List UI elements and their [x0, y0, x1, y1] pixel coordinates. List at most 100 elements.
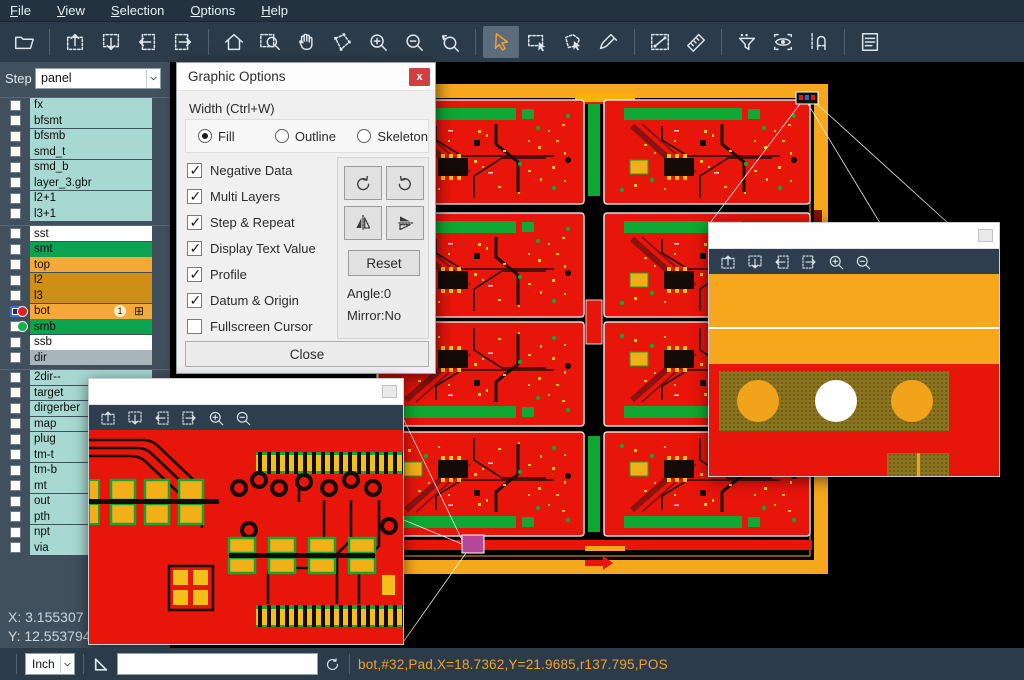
checkbox-step-repeat[interactable]: Step & Repeat	[187, 215, 295, 230]
paint-brush-button[interactable]	[591, 26, 627, 58]
layer-row-bot-active[interactable]: bot1	[0, 304, 170, 319]
reset-button[interactable]: Reset	[348, 250, 420, 276]
page-left-icon[interactable]	[773, 253, 791, 271]
page-down-icon[interactable]	[746, 253, 764, 271]
home-view-button[interactable]	[216, 26, 252, 58]
layer-visibility-checkbox[interactable]	[10, 511, 21, 522]
detail-zoom-window-left[interactable]	[88, 378, 404, 645]
page-left-button[interactable]	[129, 26, 165, 58]
layer-name[interactable]: bfsmt	[30, 113, 152, 128]
snap-magnet-button[interactable]	[801, 26, 837, 58]
zoom-in-icon[interactable]	[207, 409, 225, 427]
zoom-in-icon[interactable]	[827, 253, 845, 271]
layer-name[interactable]: bfsmb	[30, 129, 152, 144]
checkbox-multi-layers[interactable]: Multi Layers	[187, 189, 280, 204]
select-polygon-button[interactable]	[555, 26, 591, 58]
layer-visibility-checkbox[interactable]	[10, 434, 21, 445]
layer-row[interactable]: l2+1	[0, 191, 170, 206]
layer-visibility-checkbox[interactable]	[10, 372, 21, 383]
sync-refresh-icon[interactable]	[324, 656, 341, 673]
zoom-previous-button[interactable]	[432, 26, 468, 58]
select-cursor-button[interactable]	[483, 26, 519, 58]
unit-combobox[interactable]: Inch	[25, 653, 75, 675]
filter-button[interactable]	[729, 26, 765, 58]
radio-outline[interactable]: Outline	[275, 129, 358, 144]
layer-visibility-checkbox[interactable]	[10, 115, 21, 126]
layer-visibility-checkbox[interactable]	[10, 193, 21, 204]
zoom-in-button[interactable]	[360, 26, 396, 58]
layer-row[interactable]: smd_t	[0, 144, 170, 159]
layer-visibility-checkbox[interactable]	[10, 352, 21, 363]
zoom-window-content[interactable]	[709, 274, 999, 476]
layer-name[interactable]: fx	[30, 98, 152, 113]
layer-name[interactable]: smd_b	[30, 160, 152, 175]
view-options-button[interactable]	[765, 26, 801, 58]
checkbox-profile[interactable]: Profile	[187, 267, 247, 282]
layer-visibility-checkbox[interactable]	[10, 100, 21, 111]
page-down-button[interactable]	[93, 26, 129, 58]
menu-file[interactable]: File	[10, 3, 31, 18]
corner-snap-icon[interactable]	[92, 656, 109, 673]
layer-visibility-checkbox[interactable]	[10, 290, 21, 301]
layer-row[interactable]: l2	[0, 273, 170, 288]
zoom-window-button[interactable]	[252, 26, 288, 58]
layer-name[interactable]: bot1	[30, 304, 152, 319]
layer-name[interactable]: layer_3.gbr	[30, 175, 152, 190]
layer-name[interactable]: l2+1	[30, 191, 152, 206]
layer-row[interactable]: dir	[0, 350, 170, 365]
layer-visibility-checkbox[interactable]	[10, 418, 21, 429]
checkbox-datum-origin[interactable]: Datum & Origin	[187, 293, 299, 308]
page-up-button[interactable]	[57, 26, 93, 58]
open-file-button[interactable]	[6, 26, 42, 58]
layer-row[interactable]: smt	[0, 242, 170, 257]
layer-visibility-checkbox[interactable]	[10, 542, 21, 553]
layer-name[interactable]: ssb	[30, 335, 152, 350]
page-up-icon[interactable]	[99, 409, 117, 427]
layer-row[interactable]: ssb	[0, 335, 170, 350]
layer-visibility-checkbox[interactable]	[10, 449, 21, 460]
menu-options[interactable]: Options	[190, 3, 235, 18]
layer-visibility-checkbox[interactable]	[10, 244, 21, 255]
zoom-window-content[interactable]	[89, 430, 403, 644]
chevron-down-icon[interactable]	[60, 655, 74, 673]
layer-visibility-checkbox[interactable]	[10, 275, 21, 286]
layer-visibility-checkbox[interactable]	[10, 527, 21, 538]
window-control-box[interactable]	[978, 229, 993, 242]
layer-row-smb[interactable]: smb	[0, 319, 170, 334]
layer-visibility-checkbox[interactable]	[10, 146, 21, 157]
grid-icon[interactable]	[134, 304, 144, 318]
page-right-icon[interactable]	[800, 253, 818, 271]
layer-row[interactable]: sst	[0, 226, 170, 241]
layer-visibility-checkbox[interactable]	[10, 465, 21, 476]
layer-row[interactable]: top	[0, 257, 170, 272]
step-combobox[interactable]: panel	[35, 68, 161, 89]
rotate-ccw-button[interactable]	[386, 166, 424, 200]
menu-view[interactable]: View	[57, 3, 85, 18]
layer-visibility-checkbox[interactable]	[10, 337, 21, 348]
layer-row[interactable]: fx	[0, 98, 170, 113]
radio-skeleton[interactable]: Skeleton	[357, 129, 428, 144]
select-rectangle-button[interactable]	[519, 26, 555, 58]
checkbox-fullscreen-cursor[interactable]: Fullscreen Cursor	[187, 319, 313, 334]
layer-visibility-checkbox[interactable]	[10, 387, 21, 398]
page-up-icon[interactable]	[719, 253, 737, 271]
measure-distance-button[interactable]	[642, 26, 678, 58]
layer-name[interactable]: top	[30, 257, 152, 272]
layer-name[interactable]: smb	[30, 319, 152, 334]
layer-row[interactable]: smd_b	[0, 160, 170, 175]
layer-row[interactable]: bfsmt	[0, 113, 170, 128]
window-control-box[interactable]	[382, 385, 397, 398]
layer-visibility-checkbox[interactable]	[10, 177, 21, 188]
dialog-close-button[interactable]: x	[409, 68, 430, 86]
page-right-button[interactable]	[165, 26, 201, 58]
measure-ruler-button[interactable]	[678, 26, 714, 58]
layer-name[interactable]: dir	[30, 350, 152, 365]
layer-form-button[interactable]	[852, 26, 888, 58]
layer-visibility-checkbox[interactable]	[10, 131, 21, 142]
layer-visibility-checkbox[interactable]	[10, 496, 21, 507]
zoom-window-title-bar[interactable]	[709, 223, 999, 249]
layer-name[interactable]: l2	[30, 273, 152, 288]
radio-fill[interactable]: Fill	[198, 129, 275, 144]
page-down-icon[interactable]	[126, 409, 144, 427]
layer-name[interactable]: sst	[30, 226, 152, 241]
